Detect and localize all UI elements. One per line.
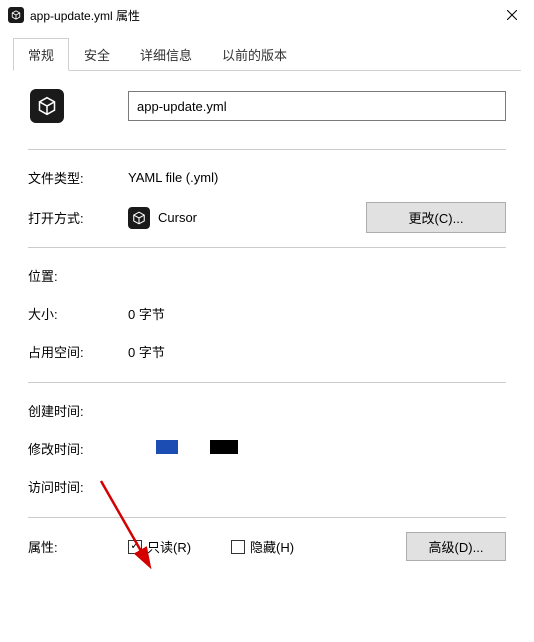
openwith-label: 打开方式: xyxy=(28,208,128,227)
tab-security[interactable]: 安全 xyxy=(69,38,125,70)
openwith-app-icon xyxy=(128,207,150,229)
created-label: 创建时间: xyxy=(28,401,128,420)
size-value: 0 字节 xyxy=(128,304,165,323)
divider-4 xyxy=(28,517,506,518)
tabs: 常规 安全 详细信息 以前的版本 xyxy=(13,38,521,71)
filename-input[interactable] xyxy=(128,91,506,121)
filetype-label: 文件类型: xyxy=(28,168,128,187)
tab-details[interactable]: 详细信息 xyxy=(125,38,207,70)
size-label: 大小: xyxy=(28,304,128,323)
filetype-value: YAML file (.yml) xyxy=(128,170,218,185)
titlebar: app-update.yml 属性 xyxy=(0,0,534,30)
openwith-row: 打开方式: Cursor 更改(C)... xyxy=(28,202,506,233)
modified-value xyxy=(128,440,238,457)
hidden-checkbox[interactable] xyxy=(231,540,245,554)
change-button[interactable]: 更改(C)... xyxy=(366,202,506,233)
location-row: 位置: xyxy=(28,262,506,288)
advanced-button[interactable]: 高级(D)... xyxy=(406,532,506,561)
divider-3 xyxy=(28,382,506,383)
titlebar-left: app-update.yml 属性 xyxy=(8,7,140,24)
checkbox-group: 只读(R) 隐藏(H) xyxy=(128,537,406,556)
modified-row: 修改时间: xyxy=(28,435,506,461)
readonly-checkbox-wrap[interactable]: 只读(R) xyxy=(128,537,191,556)
openwith-value-wrap: Cursor xyxy=(128,207,366,229)
advanced-button-wrap: 高级(D)... xyxy=(406,532,506,561)
close-button[interactable] xyxy=(489,0,534,30)
accessed-row: 访问时间: xyxy=(28,473,506,499)
tab-general[interactable]: 常规 xyxy=(13,38,69,71)
hidden-label: 隐藏(H) xyxy=(250,537,294,556)
attributes-row: 属性: 只读(R) 隐藏(H) 高级(D)... xyxy=(28,532,506,561)
created-row: 创建时间: xyxy=(28,397,506,423)
divider-1 xyxy=(28,149,506,150)
size-row: 大小: 0 字节 xyxy=(28,300,506,326)
file-icon xyxy=(30,89,64,123)
sizeondisk-label: 占用空间: xyxy=(28,342,128,361)
filetype-row: 文件类型: YAML file (.yml) xyxy=(28,164,506,190)
tab-content: 文件类型: YAML file (.yml) 打开方式: Cursor 更改(C… xyxy=(0,71,534,561)
readonly-label: 只读(R) xyxy=(147,537,191,556)
openwith-value: Cursor xyxy=(158,210,197,225)
accessed-label: 访问时间: xyxy=(28,477,128,496)
divider-2 xyxy=(28,247,506,248)
hidden-checkbox-wrap[interactable]: 隐藏(H) xyxy=(231,537,294,556)
sizeondisk-row: 占用空间: 0 字节 xyxy=(28,338,506,364)
location-label: 位置: xyxy=(28,266,128,285)
window-title: app-update.yml 属性 xyxy=(30,7,140,24)
app-title-icon xyxy=(8,7,24,23)
readonly-checkbox[interactable] xyxy=(128,540,142,554)
filename-row xyxy=(28,89,506,123)
modified-label: 修改时间: xyxy=(28,439,128,458)
sizeondisk-value: 0 字节 xyxy=(128,342,165,361)
file-icon-cell xyxy=(28,89,128,123)
tab-previous-versions[interactable]: 以前的版本 xyxy=(207,38,302,70)
attributes-label: 属性: xyxy=(28,537,128,556)
